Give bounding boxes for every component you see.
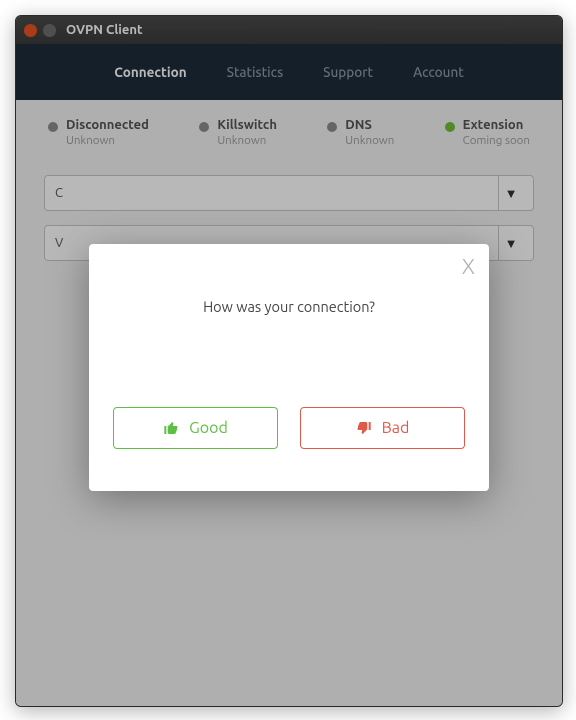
thumbs-down-icon [356, 420, 372, 436]
bad-button[interactable]: Bad [300, 407, 465, 449]
close-icon[interactable]: X [462, 254, 475, 279]
good-button[interactable]: Good [113, 407, 278, 449]
app-window: OVPN Client Connection Statistics Suppor… [15, 15, 563, 707]
modal-question: How was your connection? [113, 298, 465, 315]
thumbs-up-icon [163, 420, 179, 436]
bad-button-label: Bad [382, 419, 410, 437]
modal-overlay: X How was your connection? Good Bad [16, 16, 562, 706]
feedback-modal: X How was your connection? Good Bad [89, 244, 489, 491]
good-button-label: Good [189, 419, 228, 437]
